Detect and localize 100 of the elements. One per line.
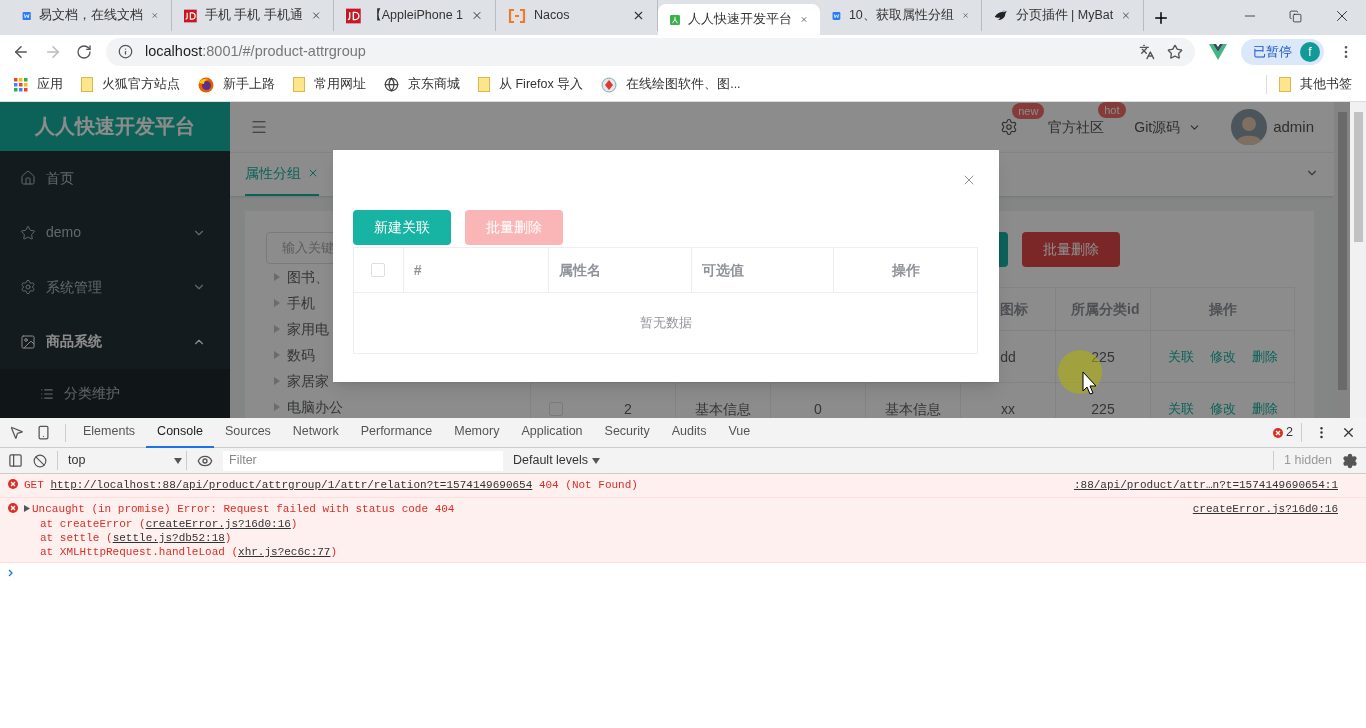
- menu-label: demo: [46, 223, 83, 243]
- bookmark[interactable]: 在线绘图软件、图...: [601, 75, 741, 94]
- translate-icon[interactable]: [1139, 43, 1155, 60]
- prompt-icon[interactable]: [8, 569, 14, 577]
- tree-node-label[interactable]: 数码: [287, 344, 315, 366]
- star-icon: [20, 224, 36, 241]
- tab-title: Nacos: [534, 7, 571, 25]
- address-bar[interactable]: localhost:8001/#/product-attrgroup: [106, 37, 1195, 66]
- stack-line: at createError (createError.js?16d0:16): [39, 517, 299, 531]
- devtools-tab[interactable]: Network: [281, 417, 350, 448]
- tree-node-label[interactable]: 家用电: [287, 318, 329, 340]
- devtools-tab[interactable]: Elements: [72, 417, 147, 448]
- git-dropdown[interactable]: Git源码: [1134, 116, 1202, 138]
- community-link[interactable]: 官方社区: [1048, 118, 1105, 135]
- source-link[interactable]: xhr.js?ec6c:77: [238, 546, 331, 558]
- folder-icon: [1279, 77, 1291, 92]
- devtools-tab[interactable]: Sources: [214, 417, 282, 448]
- column-header: 可选值: [701, 260, 744, 280]
- source-link[interactable]: createError.js?16d0:16: [145, 518, 291, 530]
- error-icon: [1273, 427, 1284, 438]
- clear-console-icon[interactable]: [33, 453, 47, 468]
- menu-label: 首页: [46, 168, 75, 188]
- browser-tab[interactable]: 人人快速开发平台: [658, 4, 820, 35]
- bookmark[interactable]: 从 Firefox 导入: [478, 75, 584, 94]
- devtools-tab[interactable]: Audits: [660, 417, 718, 448]
- checkbox[interactable]: [371, 263, 386, 277]
- info-icon: [118, 44, 133, 59]
- settings-icon[interactable]: [1342, 452, 1358, 469]
- tab-title: 手机 手机 手机通: [204, 7, 303, 25]
- paused-profile-button[interactable]: 已暂停 f: [1241, 38, 1324, 65]
- column-header: 属性名: [559, 260, 602, 280]
- table-cell: 0: [814, 401, 822, 416]
- home-icon: [20, 170, 36, 187]
- table-cell: 基本信息: [885, 401, 941, 416]
- device-icon[interactable]: [36, 425, 51, 440]
- browser-tab[interactable]: 【AppleiPhone 1: [334, 0, 496, 31]
- source-link[interactable]: settle.js?db52:18: [112, 532, 225, 544]
- tree-node-label[interactable]: 家居家: [287, 370, 329, 392]
- folder-icon: [81, 77, 93, 92]
- column-header: 所属分类id: [1071, 299, 1140, 319]
- source-link[interactable]: :88/api/product/attr…n?t=1574149690654:1: [1073, 477, 1338, 494]
- browser-tab[interactable]: 易文档，在线文档: [10, 0, 172, 31]
- restore-icon[interactable]: [1289, 9, 1302, 23]
- bookmark[interactable]: 火狐官方站点: [81, 75, 180, 94]
- bookmark[interactable]: 新手上路: [198, 75, 275, 94]
- devtools-tab[interactable]: Memory: [443, 417, 511, 448]
- bookmark[interactable]: 京东商城: [384, 75, 460, 94]
- avatar[interactable]: [1231, 109, 1268, 145]
- table-cell: xx: [1001, 401, 1015, 416]
- devtools-tab[interactable]: Vue: [717, 417, 762, 448]
- browser-tab[interactable]: 手机 手机 手机通: [172, 0, 334, 31]
- dropdown-triangle-icon: [592, 457, 601, 464]
- scrollbar[interactable]: [1334, 102, 1350, 418]
- scrollbar-thumb[interactable]: [1353, 112, 1363, 242]
- new-tab-icon[interactable]: [1152, 9, 1170, 27]
- filter-field[interactable]: Filter: [223, 450, 503, 471]
- devtools-tab[interactable]: Performance: [349, 417, 444, 448]
- empty-text: 暂无数据: [639, 314, 692, 333]
- table-cell: dd: [1000, 349, 1016, 364]
- table-cell: 2: [624, 401, 632, 416]
- table-cell: 225: [1091, 349, 1115, 364]
- menu-item[interactable]: 商品系统: [0, 314, 230, 370]
- browser-tab[interactable]: 10、获取属性分组: [820, 0, 982, 31]
- hot-badge: hot: [1098, 102, 1126, 118]
- error-icon: [8, 502, 18, 513]
- bookmark[interactable]: 其他书签: [1266, 75, 1352, 94]
- expand-triangle-icon[interactable]: [24, 505, 30, 513]
- tab-title: 10、获取属性分组: [848, 7, 954, 25]
- tree-node-label[interactable]: 手机: [287, 292, 315, 314]
- error-counter[interactable]: 2: [1273, 423, 1302, 442]
- context-select[interactable]: top: [57, 451, 187, 470]
- bookmark-star-icon[interactable]: [1167, 43, 1183, 60]
- bookmark[interactable]: 常用网址: [293, 75, 366, 94]
- stack-line: at XMLHttpRequest.handleLoad (xhr.js?ec6c:77): [39, 545, 339, 559]
- globe-icon: [384, 77, 399, 92]
- devtools-tab[interactable]: Application: [510, 417, 594, 448]
- tree-node-label[interactable]: 图书、: [287, 266, 329, 288]
- devtools-tab[interactable]: Security: [593, 417, 661, 448]
- sidebar-toggle-icon[interactable]: [8, 453, 23, 468]
- username[interactable]: admin: [1273, 115, 1314, 139]
- tab-title: 易文档，在线文档: [39, 7, 144, 25]
- settings-icon[interactable]: [1000, 118, 1019, 136]
- close-icon[interactable]: [1341, 425, 1356, 440]
- sidebar-logo: 人人快速开发平台: [0, 102, 230, 151]
- bookmark[interactable]: 应用: [14, 75, 63, 94]
- vue-logo-icon[interactable]: [1209, 43, 1227, 60]
- image-icon: [20, 333, 36, 350]
- browser-tab[interactable]: 分页插件 | MyBat: [982, 0, 1144, 31]
- close-icon[interactable]: [632, 9, 645, 22]
- tab-title: 【AppleiPhone 1: [368, 7, 464, 25]
- source-link[interactable]: createError.js?16d0:16: [1192, 500, 1338, 517]
- settings-icon: [20, 279, 36, 296]
- paused-label: 已暂停: [1253, 42, 1292, 61]
- reload-icon[interactable]: [76, 43, 92, 60]
- table-cell: 基本信息: [695, 401, 751, 416]
- tree-node-label[interactable]: 电脑办公: [287, 396, 343, 418]
- levels-dropdown[interactable]: Default levels: [513, 451, 601, 470]
- request-link[interactable]: http://localhost:88/api/product/attrgroup/1/attr/relation?t=1574149690654: [50, 479, 533, 491]
- browser-logo-icon: [198, 76, 214, 93]
- inspect-icon[interactable]: [9, 425, 24, 440]
